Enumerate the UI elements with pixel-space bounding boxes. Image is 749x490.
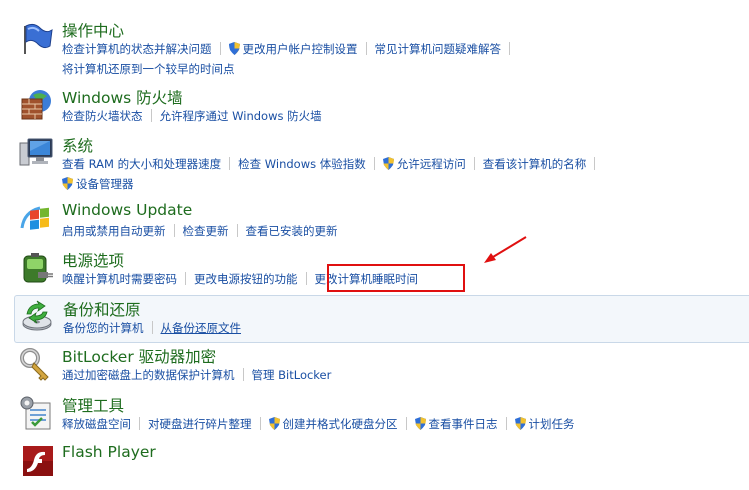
- section-system: 系统 查看 RAM 的大小和处理器速度 检查 Windows 体验指数 允许远程访问…: [14, 135, 749, 195]
- flash-player-icon[interactable]: [18, 444, 54, 480]
- uac-shield-icon: [268, 417, 280, 430]
- separator: [594, 157, 596, 170]
- link-create-partition[interactable]: 创建并格式化硬盘分区: [283, 414, 398, 434]
- link-auto-update[interactable]: 启用或禁用自动更新: [62, 221, 166, 241]
- separator: [242, 368, 244, 381]
- section-windows-update: Windows Update 启用或禁用自动更新 检查更新 查看已安装的更新: [14, 201, 749, 242]
- separator: [150, 109, 152, 122]
- link-view-ram[interactable]: 查看 RAM 的大小和处理器速度: [62, 154, 221, 174]
- highlight-box: [327, 264, 465, 292]
- link-troubleshoot[interactable]: 常见计算机问题疑难解答: [375, 39, 502, 59]
- battery-plug-icon[interactable]: [18, 250, 54, 286]
- separator: [185, 272, 186, 285]
- separator: [305, 272, 307, 285]
- admin-tools-icon[interactable]: [18, 395, 54, 431]
- link-power-button[interactable]: 更改电源按钮的功能: [194, 269, 298, 289]
- links-row: 启用或禁用自动更新 检查更新 查看已安装的更新: [62, 220, 338, 241]
- bitlocker-key-icon[interactable]: [18, 346, 54, 382]
- separator: [259, 417, 261, 430]
- section-admin-tools: 管理工具 释放磁盘空间 对硬盘进行碎片整理 创建并格式化硬盘分区 查看事件日志 计划任务: [14, 395, 749, 435]
- link-disk-cleanup[interactable]: 释放磁盘空间: [62, 414, 131, 434]
- section-firewall: Windows 防火墙 检查防火墙状态 允许程序通过 Windows 防火墙: [14, 87, 749, 127]
- link-check-updates[interactable]: 检查更新: [183, 221, 229, 241]
- link-restore-files[interactable]: 从备份还原文件: [161, 318, 242, 338]
- link-experience-index[interactable]: 检查 Windows 体验指数: [238, 154, 366, 174]
- link-allow-program[interactable]: 允许程序通过 Windows 防火墙: [160, 106, 322, 126]
- separator: [151, 321, 153, 334]
- system-monitor-icon[interactable]: [18, 135, 54, 171]
- links-row: 备份您的计算机 从备份还原文件: [63, 317, 241, 338]
- section-title-windows-update[interactable]: Windows Update: [62, 201, 192, 219]
- annotation-arrow: [484, 236, 527, 263]
- links-row: 查看 RAM 的大小和处理器速度 检查 Windows 体验指数 允许远程访问 查看该…: [62, 153, 603, 174]
- link-encrypt-disk[interactable]: 通过加密磁盘上的数据保护计算机: [62, 365, 235, 385]
- separator: [229, 157, 231, 170]
- flag-icon[interactable]: [18, 20, 54, 56]
- separator: [139, 417, 140, 430]
- separator: [373, 157, 375, 170]
- links-row: 通过加密磁盘上的数据保护计算机 管理 BitLocker: [62, 364, 331, 385]
- link-firewall-status[interactable]: 检查防火墙状态: [62, 106, 143, 126]
- separator: [365, 42, 367, 55]
- uac-shield-icon: [228, 42, 240, 55]
- link-restore-point[interactable]: 将计算机还原到一个较早的时间点: [62, 59, 235, 79]
- links-row: 将计算机还原到一个较早的时间点: [62, 58, 235, 79]
- section-backup-restore: 备份和还原 备份您的计算机 从备份还原文件: [14, 295, 749, 343]
- uac-shield-icon: [514, 417, 526, 430]
- uac-shield-icon: [62, 177, 73, 190]
- separator: [173, 224, 175, 237]
- links-row: 检查防火墙状态 允许程序通过 Windows 防火墙: [62, 105, 322, 126]
- windows-update-icon[interactable]: [18, 202, 54, 238]
- link-event-log[interactable]: 查看事件日志: [429, 414, 498, 434]
- separator: [505, 417, 507, 430]
- link-remote-access[interactable]: 允许远程访问: [397, 154, 466, 174]
- links-row: 设备管理器: [62, 173, 134, 194]
- section-title-flash-player[interactable]: Flash Player: [62, 443, 156, 461]
- link-check-status[interactable]: 检查计算机的状态并解决问题: [62, 39, 212, 59]
- separator: [473, 157, 475, 170]
- separator: [219, 42, 221, 55]
- backup-disk-icon[interactable]: [19, 298, 55, 334]
- section-bitlocker: BitLocker 驱动器加密 通过加密磁盘上的数据保护计算机 管理 BitLoc…: [14, 346, 749, 386]
- link-wake-password[interactable]: 唤醒计算机时需要密码: [62, 269, 177, 289]
- uac-shield-icon: [382, 157, 394, 170]
- link-installed-updates[interactable]: 查看已安装的更新: [246, 221, 338, 241]
- link-device-manager[interactable]: 设备管理器: [76, 174, 134, 194]
- separator: [509, 42, 510, 55]
- links-row: 释放磁盘空间 对硬盘进行碎片整理 创建并格式化硬盘分区 查看事件日志 计划任务: [62, 413, 575, 434]
- firewall-icon[interactable]: [18, 87, 54, 123]
- link-task-scheduler[interactable]: 计划任务: [529, 414, 575, 434]
- separator: [405, 417, 407, 430]
- uac-shield-icon: [414, 417, 426, 430]
- link-defragment[interactable]: 对硬盘进行碎片整理: [148, 414, 252, 434]
- section-action-center: 操作中心 检查计算机的状态并解决问题 更改用户帐户控制设置 常见计算机问题疑难解答 …: [14, 20, 749, 80]
- link-computer-name[interactable]: 查看该计算机的名称: [483, 154, 587, 174]
- section-flash-player: Flash Player: [14, 443, 749, 484]
- link-backup-computer[interactable]: 备份您的计算机: [63, 318, 144, 338]
- link-manage-bitlocker[interactable]: 管理 BitLocker: [252, 365, 332, 385]
- links-row: 检查计算机的状态并解决问题 更改用户帐户控制设置 常见计算机问题疑难解答: [62, 38, 518, 59]
- separator: [236, 224, 238, 237]
- link-change-uac[interactable]: 更改用户帐户控制设置: [243, 39, 358, 59]
